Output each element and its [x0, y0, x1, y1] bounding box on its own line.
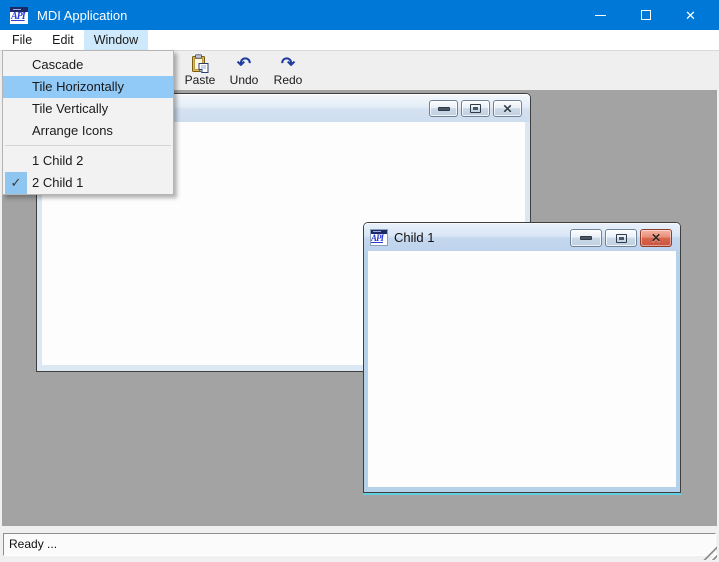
paste-icon: [190, 53, 210, 74]
maximize-button[interactable]: [623, 0, 668, 30]
minimize-button[interactable]: [578, 0, 623, 30]
child-back-minimize-button[interactable]: [429, 100, 458, 117]
maximize-icon: [616, 234, 627, 243]
window-title: MDI Application: [37, 8, 127, 23]
close-button[interactable]: ✕: [668, 0, 713, 30]
child-1-client-area: [368, 251, 676, 487]
child-window-child-1: API Child 1 ✕: [363, 222, 681, 493]
menu-item-tile-vertically[interactable]: Tile Vertically: [3, 98, 173, 120]
child-back-close-button[interactable]: ✕: [493, 100, 522, 117]
paste-button[interactable]: Paste: [178, 53, 222, 90]
paste-label: Paste: [185, 74, 216, 87]
child-1-title: Child 1: [394, 230, 434, 245]
redo-label: Redo: [274, 74, 303, 87]
child-back-maximize-button[interactable]: [461, 100, 490, 117]
close-icon: ✕: [651, 232, 661, 244]
undo-icon: ↶: [237, 53, 251, 74]
menu-separator: [5, 145, 171, 146]
minimize-icon: [595, 15, 606, 16]
menu-item-arrange-icons[interactable]: Arrange Icons: [3, 120, 173, 142]
status-text: Ready ...: [3, 533, 716, 556]
menu-file[interactable]: File: [2, 30, 42, 50]
statusbar: Ready ...: [0, 526, 719, 562]
undo-button[interactable]: ↶ Undo: [222, 53, 266, 90]
redo-icon: ↷: [281, 53, 295, 74]
child-1-maximize-button[interactable]: [605, 229, 637, 247]
child-1-titlebar[interactable]: API Child 1 ✕: [364, 223, 680, 251]
window-menu-dropdown: Cascade Tile Horizontally Tile Verticall…: [2, 50, 174, 195]
child-1-icon: API: [371, 230, 387, 245]
menu-edit[interactable]: Edit: [42, 30, 84, 50]
main-window: API MDI Application ✕ File Edit Window: [0, 0, 719, 562]
close-icon: ✕: [685, 9, 696, 22]
minimize-icon: [438, 107, 450, 111]
maximize-icon: [641, 10, 651, 20]
child-1-minimize-button[interactable]: [570, 229, 602, 247]
caption-buttons: ✕: [578, 0, 713, 30]
menu-item-2-child-1[interactable]: ✓ 2 Child 1: [3, 172, 173, 194]
menu-window[interactable]: Window: [84, 30, 148, 50]
child-1-close-button[interactable]: ✕: [640, 229, 672, 247]
close-icon: ✕: [502, 103, 512, 115]
check-icon: ✓: [5, 172, 27, 194]
menu-item-cascade[interactable]: Cascade: [3, 54, 173, 76]
app-icon-text: API: [11, 11, 25, 22]
menubar: File Edit Window: [0, 30, 719, 50]
menu-item-1-child-2[interactable]: 1 Child 2: [3, 150, 173, 172]
redo-button[interactable]: ↷ Redo: [266, 53, 310, 90]
menu-item-label: 2 Child 1: [32, 175, 83, 190]
app-icon: API: [10, 7, 28, 24]
titlebar[interactable]: API MDI Application ✕: [0, 0, 719, 30]
maximize-icon: [470, 104, 481, 113]
menu-item-tile-horizontally[interactable]: Tile Horizontally: [3, 76, 173, 98]
undo-label: Undo: [230, 74, 259, 87]
minimize-icon: [580, 236, 592, 240]
